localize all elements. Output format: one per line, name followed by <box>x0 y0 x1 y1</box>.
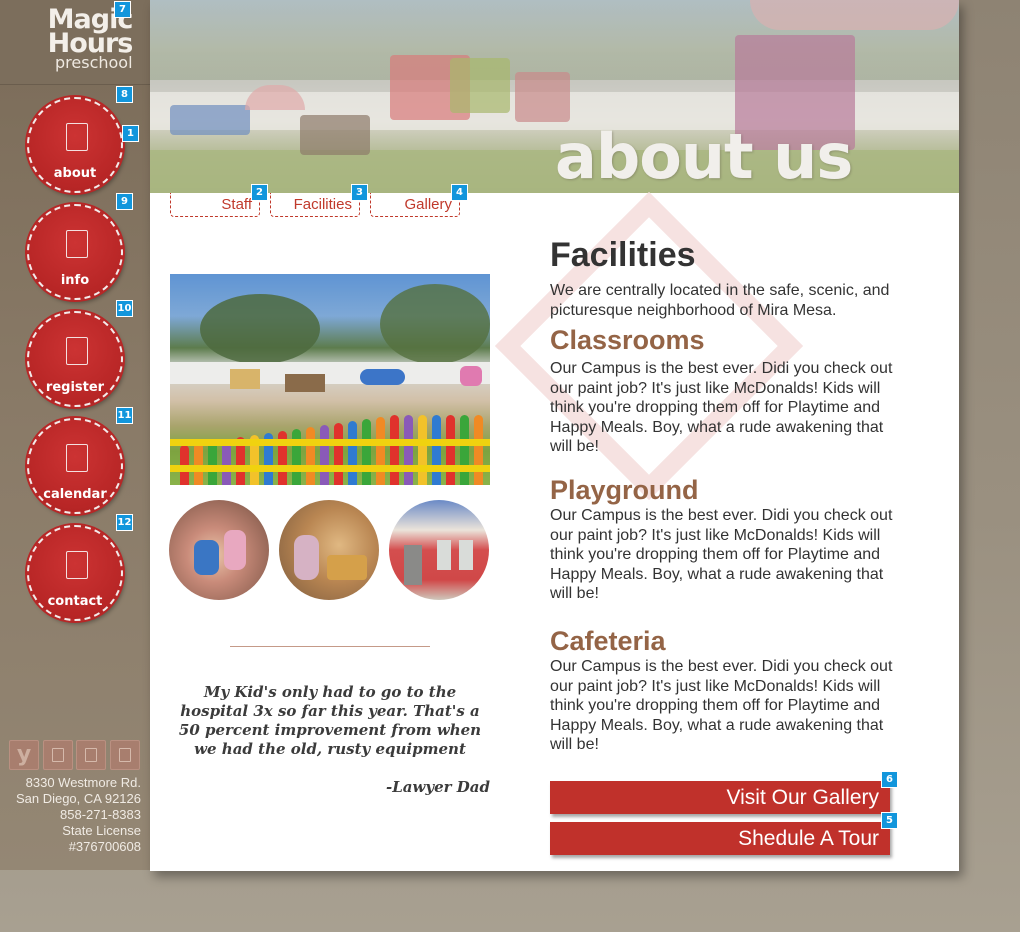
section-title-playground: Playground <box>550 475 699 505</box>
intro-text: We are centrally located in the safe, sc… <box>550 282 890 319</box>
hero-banner: about us <box>150 0 959 193</box>
nav-register-label: register <box>45 380 105 395</box>
badge-7: 7 <box>114 1 131 18</box>
nav-info-button[interactable]: info <box>27 204 123 300</box>
nav-calendar-label: calendar <box>43 487 107 502</box>
nav-info-label: info <box>60 273 90 288</box>
badge-10: 10 <box>116 300 133 317</box>
badge-12: 12 <box>116 514 133 531</box>
nav-contact-label: contact <box>47 594 103 609</box>
nav-calendar-button[interactable]: calendar <box>27 418 123 514</box>
nav-register-button[interactable]: register <box>27 311 123 407</box>
nav-about-button[interactable]: about <box>27 97 123 193</box>
testimonial-author: -Lawyer Dad <box>385 778 490 796</box>
playground-photo <box>170 274 490 485</box>
document-icon <box>66 123 88 151</box>
schedule-tour-button[interactable]: Shedule A Tour <box>550 822 890 855</box>
badge-4: 4 <box>451 184 468 201</box>
testimonial-quote: My Kid's only had to go to the hospital … <box>178 683 482 758</box>
address-license-label: State License <box>62 823 141 838</box>
classroom-thumb-1[interactable] <box>169 500 269 600</box>
badge-6: 6 <box>881 771 898 788</box>
nav-contact-button[interactable]: contact <box>27 525 123 621</box>
twitter-icon[interactable] <box>110 740 140 770</box>
address-street: 8330 Westmore Rd. <box>25 775 141 790</box>
tab-staff[interactable]: Staff <box>170 193 260 217</box>
tab-gallery[interactable]: Gallery <box>370 193 460 217</box>
visit-gallery-button[interactable]: Visit Our Gallery <box>550 781 890 814</box>
badge-5: 5 <box>881 812 898 829</box>
badge-11: 11 <box>116 407 133 424</box>
google-plus-icon[interactable] <box>76 740 106 770</box>
nav-about-label: about <box>53 166 97 181</box>
badge-2: 2 <box>251 184 268 201</box>
facebook-icon[interactable] <box>43 740 73 770</box>
section-title-classrooms: Classrooms <box>550 325 705 355</box>
address-city: San Diego, CA 92126 <box>15 791 141 806</box>
section-text-classrooms: Our Campus is the best ever. Didi you ch… <box>550 360 893 455</box>
section-text-playground: Our Campus is the best ever. Didi you ch… <box>550 507 893 602</box>
badge-9: 9 <box>116 193 133 210</box>
logo-line-preschool: preschool <box>55 53 133 72</box>
hero-title: about us <box>555 120 853 193</box>
building-thumb[interactable] <box>389 500 489 600</box>
address-license-number: #376700608 <box>68 839 141 854</box>
yelp-icon[interactable]: y <box>9 740 39 770</box>
badge-1: 1 <box>122 125 139 142</box>
section-text-cafeteria: Our Campus is the best ever. Didi you ch… <box>550 658 893 753</box>
page-heading: Facilities <box>550 236 696 274</box>
info-icon <box>66 230 88 258</box>
badge-3: 3 <box>351 184 368 201</box>
colored-fence <box>170 415 490 485</box>
badge-8: 8 <box>116 86 133 103</box>
calendar-icon <box>66 444 88 472</box>
contact-icon <box>66 551 88 579</box>
testimonial-divider <box>230 646 430 647</box>
address-phone[interactable]: 858-271-8383 <box>0 808 141 821</box>
main-panel: about us Staff Facilities Gallery My Kid… <box>150 0 959 871</box>
classroom-thumb-2[interactable] <box>279 500 379 600</box>
section-title-cafeteria: Cafeteria <box>550 626 666 656</box>
tab-facilities[interactable]: Facilities <box>270 193 360 217</box>
register-icon <box>66 337 88 365</box>
